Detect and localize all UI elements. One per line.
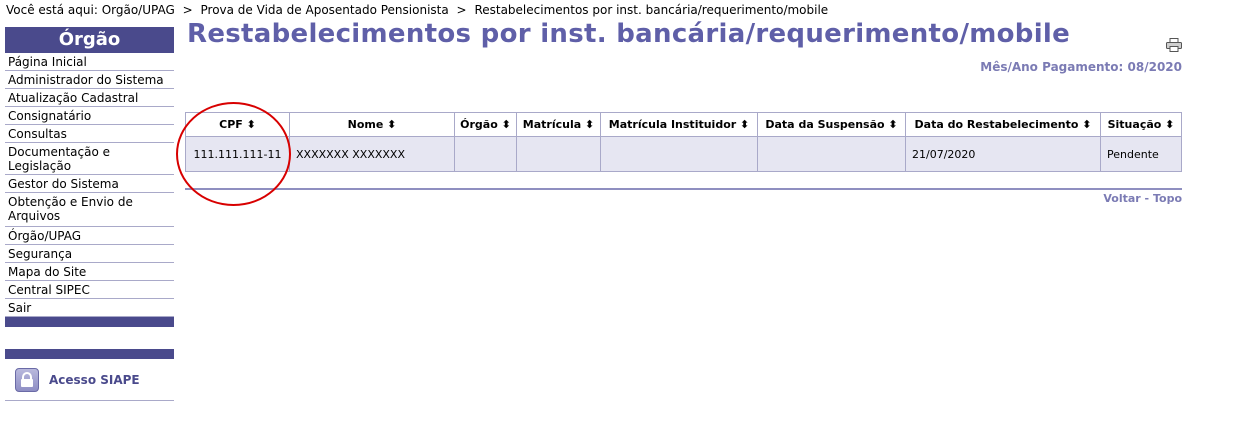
sidebar-item-seguranca[interactable]: Segurança bbox=[5, 245, 174, 263]
footer-separator: - bbox=[1144, 192, 1150, 205]
column-header-orgao[interactable]: Órgão ⬍ bbox=[454, 112, 517, 137]
acesso-siape-link[interactable]: Acesso SIAPE bbox=[5, 359, 174, 401]
sidebar-menu: Página Inicial Administrador do Sistema … bbox=[5, 53, 174, 317]
column-header-cpf[interactable]: CPF ⬍ bbox=[185, 112, 290, 137]
column-header-nome[interactable]: Nome ⬍ bbox=[289, 112, 455, 137]
sidebar-header: Órgão bbox=[5, 27, 174, 53]
sidebar-item-pagina-inicial[interactable]: Página Inicial bbox=[5, 53, 174, 71]
sidebar-item-consultas[interactable]: Consultas bbox=[5, 125, 174, 143]
page-title: Restabelecimentos por inst. bancária/req… bbox=[187, 19, 1071, 49]
sidebar: Órgão Página Inicial Administrador do Si… bbox=[5, 27, 174, 401]
table-bottom-divider bbox=[185, 188, 1182, 190]
cell-orgao bbox=[454, 136, 517, 172]
column-header-matricula-instituidor[interactable]: Matrícula Instituidor ⬍ bbox=[600, 112, 758, 137]
breadcrumb-prefix: Você está aqui: bbox=[6, 3, 98, 17]
sidebar-spacer bbox=[5, 327, 174, 349]
sidebar-item-atualizacao-cadastral[interactable]: Atualização Cadastral bbox=[5, 89, 174, 107]
cell-situacao: Pendente bbox=[1100, 136, 1182, 172]
sidebar-item-administrador[interactable]: Administrador do Sistema bbox=[5, 71, 174, 89]
breadcrumb-separator: > bbox=[456, 3, 467, 17]
sidebar-item-sair[interactable]: Sair bbox=[5, 299, 174, 317]
breadcrumb-item-current: Restabelecimentos por inst. bancária/req… bbox=[474, 3, 829, 17]
sidebar-item-documentacao[interactable]: Documentação e Legislação bbox=[5, 143, 174, 175]
footer-links: Voltar - Topo bbox=[1103, 192, 1182, 205]
column-header-situacao[interactable]: Situação ⬍ bbox=[1100, 112, 1182, 137]
sidebar-item-orgao-upag[interactable]: Órgão/UPAG bbox=[5, 227, 174, 245]
sidebar-divider bbox=[5, 317, 174, 327]
column-header-data-restabelecimento[interactable]: Data do Restabelecimento ⬍ bbox=[905, 112, 1101, 137]
results-table: CPF ⬍ Nome ⬍ Órgão ⬍ Matrícula ⬍ Matrícu… bbox=[185, 112, 1182, 172]
sidebar-divider bbox=[5, 349, 174, 359]
sidebar-item-gestor[interactable]: Gestor do Sistema bbox=[5, 175, 174, 193]
lock-icon bbox=[15, 367, 39, 392]
table-header-row: CPF ⬍ Nome ⬍ Órgão ⬍ Matrícula ⬍ Matrícu… bbox=[185, 112, 1182, 137]
topo-link[interactable]: Topo bbox=[1153, 192, 1182, 205]
sidebar-item-central-sipec[interactable]: Central SIPEC bbox=[5, 281, 174, 299]
sidebar-item-consignatario[interactable]: Consignatário bbox=[5, 107, 174, 125]
breadcrumb-item-orgao-upag[interactable]: Orgão/UPAG bbox=[102, 3, 175, 17]
mes-ano-pagamento: Mês/Ano Pagamento: 08/2020 bbox=[980, 60, 1182, 74]
cell-data-suspensao bbox=[757, 136, 906, 172]
cell-nome: XXXXXXX XXXXXXX bbox=[289, 136, 455, 172]
breadcrumb: Você está aqui: Orgão/UPAG > Prova de Vi… bbox=[6, 3, 828, 17]
column-header-matricula[interactable]: Matrícula ⬍ bbox=[516, 112, 601, 137]
breadcrumb-separator: > bbox=[182, 3, 193, 17]
cell-cpf: 111.111.111-11 bbox=[185, 136, 290, 172]
voltar-link[interactable]: Voltar bbox=[1103, 192, 1140, 205]
table-row: 111.111.111-11 XXXXXXX XXXXXXX 21/07/202… bbox=[185, 136, 1182, 172]
sidebar-item-mapa-do-site[interactable]: Mapa do Site bbox=[5, 263, 174, 281]
print-icon[interactable] bbox=[1166, 37, 1182, 56]
sidebar-item-obtencao-envio[interactable]: Obtenção e Envio de Arquivos bbox=[5, 193, 174, 227]
cell-data-restabelecimento: 21/07/2020 bbox=[905, 136, 1101, 172]
acesso-siape-label: Acesso SIAPE bbox=[49, 372, 140, 387]
cell-matricula-instituidor bbox=[600, 136, 758, 172]
cell-matricula bbox=[516, 136, 601, 172]
column-header-data-suspensao[interactable]: Data da Suspensão ⬍ bbox=[757, 112, 906, 137]
breadcrumb-item-prova-de-vida[interactable]: Prova de Vida de Aposentado Pensionista bbox=[201, 3, 449, 17]
